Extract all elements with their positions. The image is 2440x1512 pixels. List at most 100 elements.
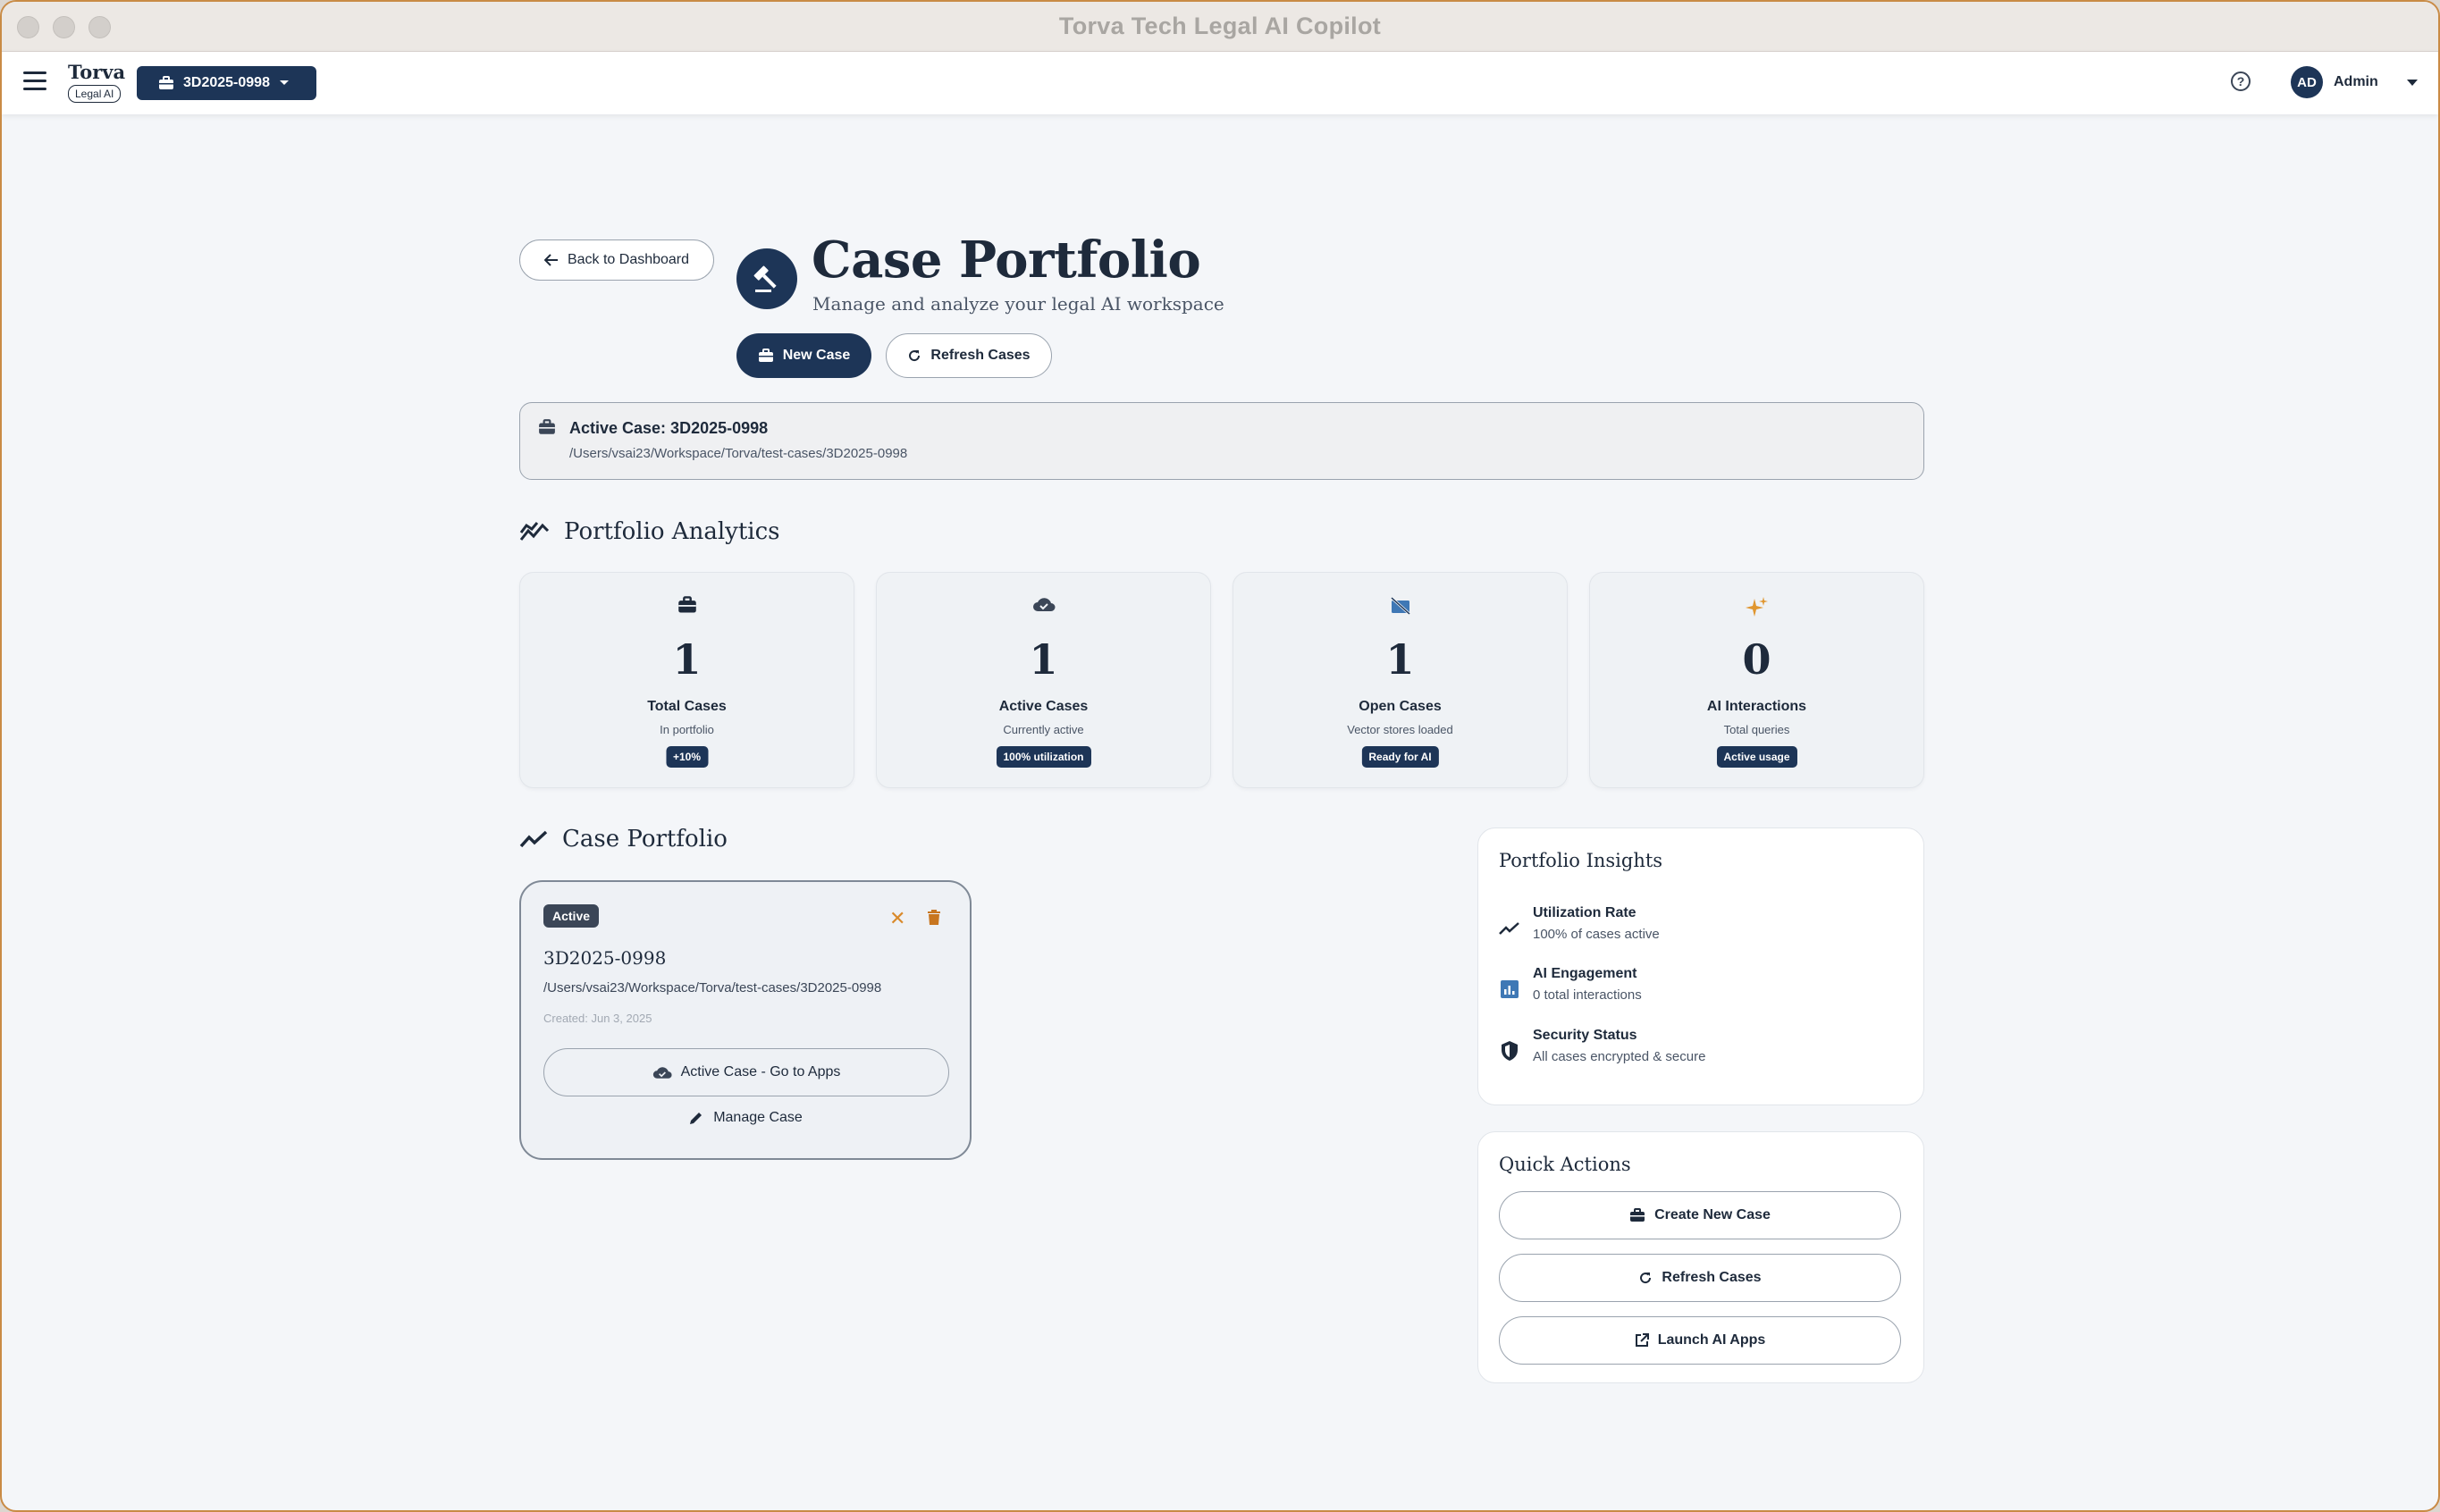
go-to-apps-label: Active Case - Go to Apps [680, 1064, 841, 1079]
back-to-dashboard-button[interactable]: Back to Dashboard [519, 239, 714, 281]
chevron-down-icon [279, 80, 289, 85]
briefcase-icon [159, 76, 173, 89]
brand-badge: Legal AI [68, 85, 122, 103]
refresh-cases-button[interactable]: Refresh Cases [886, 333, 1052, 378]
chevron-down-icon [2406, 79, 2418, 86]
refresh-icon [1640, 1273, 1652, 1284]
brand-name: Torva [68, 61, 126, 83]
user-name: Admin [2334, 74, 2378, 89]
go-to-apps-button[interactable]: Active Case - Go to Apps [543, 1048, 949, 1096]
sparkle-icon [1745, 597, 1768, 617]
analytics-heading-label: Portfolio Analytics [564, 518, 780, 545]
quick-refresh-label: Refresh Cases [1662, 1270, 1762, 1285]
stat-sub: Vector stores loaded [1347, 723, 1453, 736]
insight-ai-engagement: AI Engagement 0 total interactions [1499, 966, 1642, 1003]
briefcase-icon [677, 596, 696, 613]
analytics-heading: Portfolio Analytics [519, 518, 780, 545]
insight-security: Security Status All cases encrypted & se… [1499, 1028, 1705, 1064]
new-case-label: New Case [782, 348, 851, 363]
stat-value: 1 [672, 635, 702, 684]
portfolio-insights-card: Portfolio Insights Utilization Rate 100%… [1477, 827, 1924, 1105]
status-badge: Active [543, 904, 600, 928]
launch-ai-apps-button[interactable]: Launch AI Apps [1499, 1316, 1901, 1365]
insight-title: AI Engagement [1533, 966, 1637, 981]
stat-sub: Currently active [1003, 723, 1084, 736]
back-label: Back to Dashboard [567, 252, 690, 267]
portfolio-heading: Case Portfolio [519, 826, 728, 853]
shield-icon [1502, 1041, 1518, 1061]
page-subtitle: Manage and analyze your legal AI workspa… [812, 293, 1224, 315]
cloud-done-icon [652, 1067, 672, 1079]
window-title: Torva Tech Legal AI Copilot [1058, 13, 1382, 39]
external-link-icon [1635, 1333, 1649, 1347]
pencil-icon [690, 1113, 703, 1124]
stat-label: Open Cases [1359, 699, 1442, 714]
case-card[interactable]: Active ✕ 3D2025-0998 /Users/vsai23/Works… [519, 880, 972, 1160]
insight-title: Utilization Rate [1533, 905, 1636, 920]
app-bar: Torva Legal AI 3D2025-0998 ? AD Admin [2, 52, 2438, 114]
insight-sub: 100% of cases active [1533, 927, 1660, 942]
manage-case-label: Manage Case [713, 1110, 803, 1125]
stat-value: 0 [1742, 635, 1771, 684]
brand-logo: Torva Legal AI [68, 61, 125, 103]
app-window: Torva Tech Legal AI Copilot Torva Legal … [0, 0, 2440, 1512]
arrow-left-icon [543, 254, 558, 266]
stat-label: Total Cases [647, 699, 727, 714]
portfolio-heading-label: Case Portfolio [562, 826, 728, 853]
analytics-icon [1501, 980, 1519, 998]
refresh-label: Refresh Cases [930, 348, 1031, 363]
stat-sub: In portfolio [660, 723, 714, 736]
stat-value: 1 [1385, 635, 1415, 684]
launch-ai-apps-label: Launch AI Apps [1657, 1332, 1766, 1348]
manage-case-button[interactable]: Manage Case [521, 1110, 970, 1126]
gavel-icon [736, 248, 797, 309]
briefcase-icon [539, 419, 555, 434]
avatar: AD [2291, 66, 2323, 98]
page-title: Case Portfolio [812, 231, 1201, 290]
quick-actions-title: Quick Actions [1499, 1154, 1631, 1175]
insight-sub: 0 total interactions [1533, 987, 1642, 1003]
briefcase-icon [1630, 1208, 1645, 1222]
stat-card-ai: 0 AI Interactions Total queries Active u… [1589, 572, 1924, 788]
folder-off-icon [1390, 596, 1410, 616]
trending-up-icon [1499, 922, 1519, 935]
case-name: 3D2025-0998 [543, 947, 667, 969]
stat-sub: Total queries [1723, 723, 1790, 736]
close-icon[interactable]: ✕ [889, 907, 905, 930]
new-case-button[interactable]: New Case [736, 333, 871, 378]
active-case-title: Active Case: 3D2025-0998 [569, 419, 769, 437]
insight-title: Security Status [1533, 1028, 1637, 1043]
menu-icon[interactable] [23, 71, 46, 93]
active-case-path: /Users/vsai23/Workspace/Torva/test-cases… [569, 446, 908, 461]
user-menu[interactable]: AD Admin [2291, 66, 2418, 98]
stat-badge: +10% [665, 746, 709, 768]
stat-badge: 100% utilization [996, 746, 1091, 768]
case-created-date: Created: Jun 3, 2025 [543, 1012, 652, 1025]
stat-card-open: 1 Open Cases Vector stores loaded Ready … [1233, 572, 1568, 788]
cloud-done-icon [1032, 598, 1055, 611]
analytics-trend-icon [519, 522, 550, 541]
briefcase-icon [758, 349, 773, 362]
case-selector-dropdown[interactable]: 3D2025-0998 [137, 66, 316, 100]
stat-badge: Active usage [1716, 746, 1797, 768]
stat-value: 1 [1029, 635, 1058, 684]
help-icon[interactable]: ? [2231, 71, 2251, 91]
insight-utilization: Utilization Rate 100% of cases active [1499, 905, 1660, 942]
trash-icon[interactable] [927, 910, 941, 926]
trending-up-icon [519, 830, 548, 848]
create-new-case-label: Create New Case [1654, 1207, 1771, 1222]
stat-card-active: 1 Active Cases Currently active 100% uti… [876, 572, 1211, 788]
case-path: /Users/vsai23/Workspace/Torva/test-cases… [543, 980, 882, 995]
insights-title: Portfolio Insights [1499, 850, 1663, 871]
stat-badge: Ready for AI [1361, 746, 1439, 768]
title-bar: Torva Tech Legal AI Copilot [2, 2, 2438, 52]
stat-label: AI Interactions [1706, 699, 1807, 714]
stat-label: Active Cases [998, 699, 1089, 714]
quick-actions-card: Quick Actions Create New Case Refresh Ca… [1477, 1131, 1924, 1383]
quick-refresh-cases-button[interactable]: Refresh Cases [1499, 1254, 1901, 1302]
case-selector-label: 3D2025-0998 [183, 75, 270, 90]
active-case-banner: Active Case: 3D2025-0998 /Users/vsai23/W… [519, 402, 1924, 480]
stat-card-total: 1 Total Cases In portfolio +10% [519, 572, 854, 788]
create-new-case-button[interactable]: Create New Case [1499, 1191, 1901, 1239]
insight-sub: All cases encrypted & secure [1533, 1049, 1706, 1064]
